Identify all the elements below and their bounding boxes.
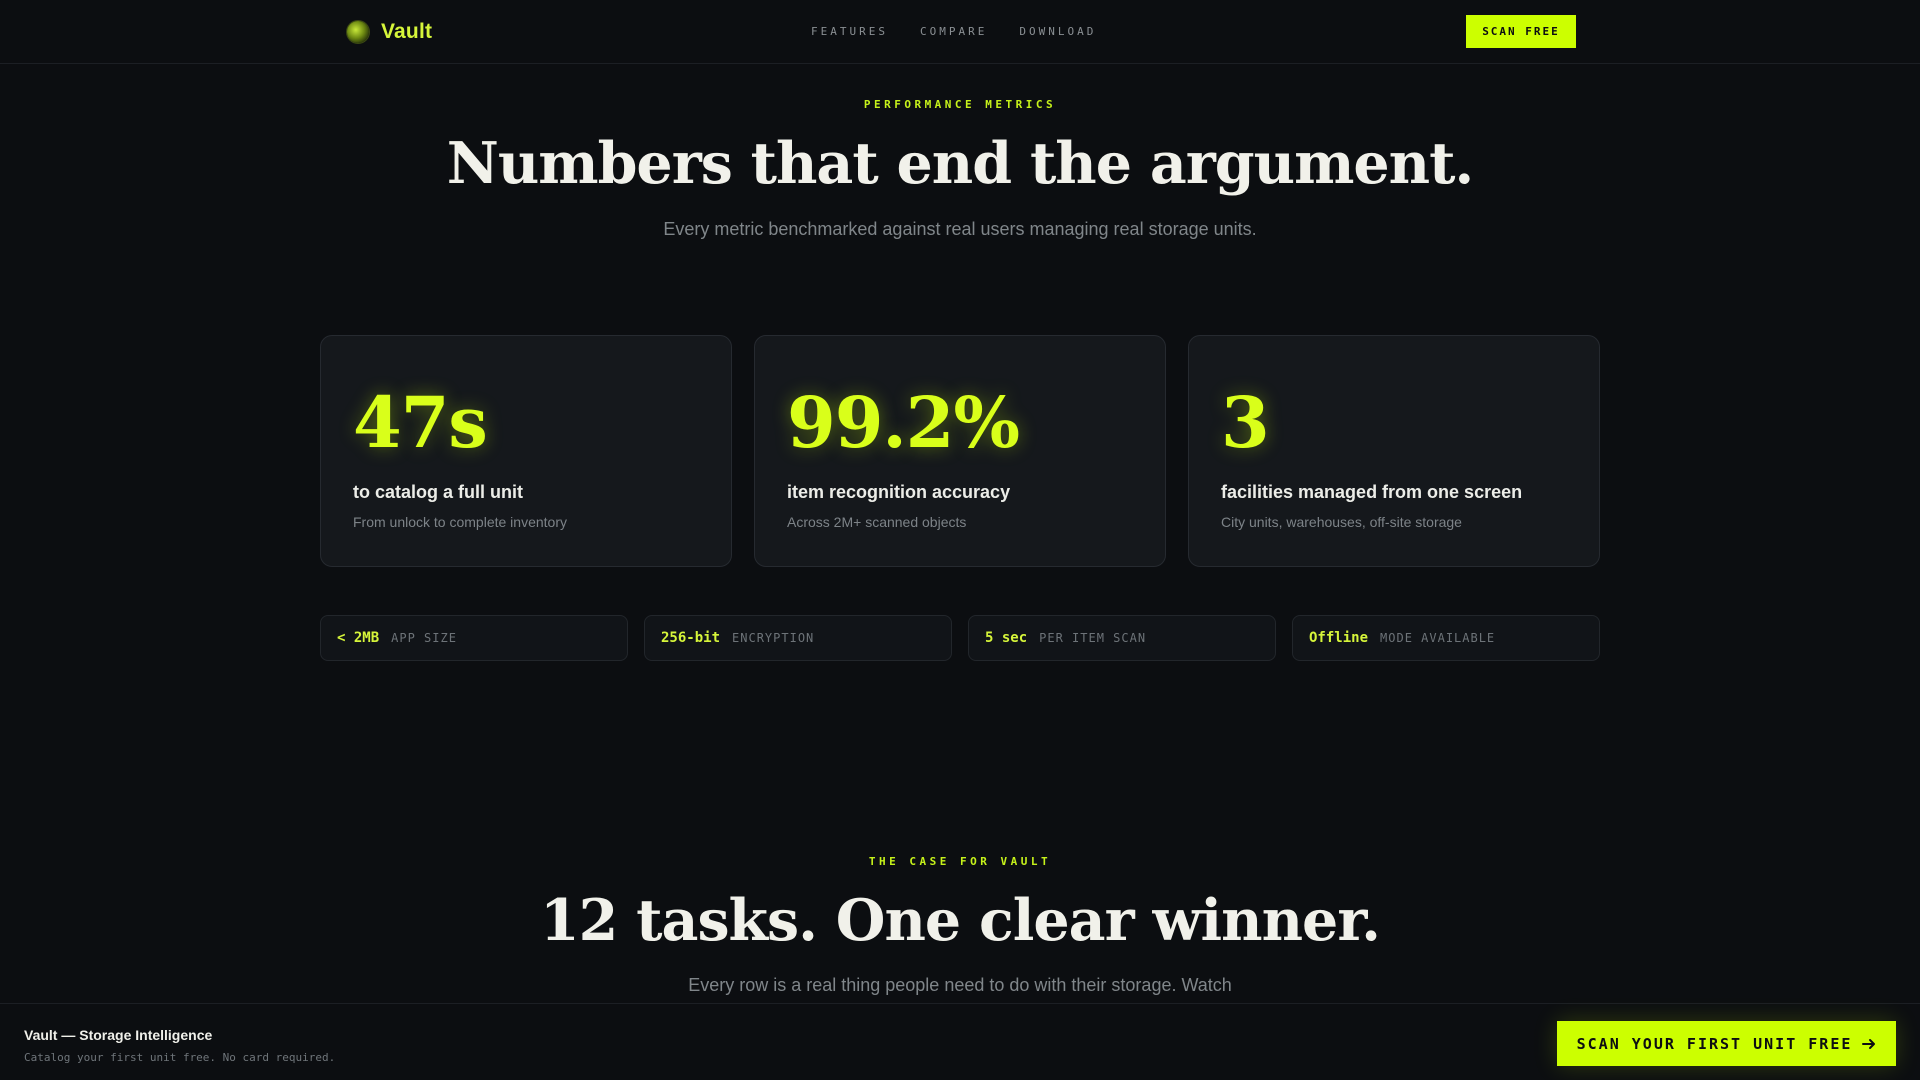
metric-card-facilities: 3 facilities managed from one screen Cit…	[1188, 335, 1600, 567]
top-nav: Vault FEATURES COMPARE DOWNLOAD SCAN FRE…	[0, 0, 1920, 64]
arrow-right-icon	[1862, 1038, 1876, 1049]
footer-title: Vault — Storage Intelligence	[24, 1027, 213, 1043]
metric-value: 3	[1221, 381, 1270, 464]
scan-first-unit-label: SCAN YOUR FIRST UNIT FREE	[1576, 1034, 1853, 1053]
spec-chips: < 2MB APP SIZE 256-bit ENCRYPTION 5 sec …	[320, 615, 1600, 661]
brand-name: Vault	[381, 20, 433, 43]
chip-label: PER ITEM SCAN	[1039, 631, 1147, 645]
metric-cards: 47s to catalog a full unit From unlock t…	[320, 335, 1600, 567]
metric-label: to catalog a full unit	[353, 482, 523, 502]
metrics-eyebrow: PERFORMANCE METRICS	[863, 98, 1057, 111]
metrics-headline: Numbers that end the argument.	[446, 130, 1475, 197]
metric-label: item recognition accuracy	[787, 482, 1011, 502]
metric-value: 47s	[353, 381, 488, 464]
chip-value: Offline	[1309, 630, 1369, 646]
metric-label: facilities managed from one screen	[1221, 482, 1523, 502]
metric-card-accuracy: 99.2% item recognition accuracy Across 2…	[754, 335, 1166, 567]
chip-value: 5 sec	[985, 630, 1028, 646]
footer-sub: Catalog your first unit free. No card re…	[24, 1051, 336, 1064]
sticky-cta-bar: Vault — Storage Intelligence Catalog you…	[0, 1003, 1920, 1080]
brand[interactable]: Vault	[347, 20, 432, 44]
metric-card-catalog-time: 47s to catalog a full unit From unlock t…	[320, 335, 732, 567]
scan-first-unit-button[interactable]: SCAN YOUR FIRST UNIT FREE	[1557, 1021, 1896, 1066]
case-subtitle: Every row is a real thing people need to…	[688, 975, 1232, 995]
nav-links: FEATURES COMPARE DOWNLOAD	[811, 25, 1096, 38]
chip-label: APP SIZE	[391, 631, 457, 645]
nav-link-features[interactable]: FEATURES	[811, 25, 888, 38]
spec-chip-app-size: < 2MB APP SIZE	[320, 615, 628, 661]
nav-link-compare[interactable]: COMPARE	[920, 25, 987, 38]
chip-value: < 2MB	[337, 630, 380, 646]
metric-sub: Across 2M+ scanned objects	[787, 514, 967, 530]
metric-value: 99.2%	[787, 381, 1020, 464]
case-eyebrow: THE CASE FOR VAULT	[868, 855, 1052, 868]
metrics-subtitle: Every metric benchmarked against real us…	[663, 219, 1257, 239]
chip-label: ENCRYPTION	[732, 631, 815, 645]
metric-sub: From unlock to complete inventory	[353, 514, 567, 530]
scan-free-button[interactable]: SCAN FREE	[1466, 15, 1576, 48]
chip-label: MODE AVAILABLE	[1380, 631, 1496, 645]
spec-chip-scan-speed: 5 sec PER ITEM SCAN	[968, 615, 1276, 661]
spec-chip-offline: Offline MODE AVAILABLE	[1292, 615, 1600, 661]
nav-link-download[interactable]: DOWNLOAD	[1019, 25, 1096, 38]
metric-sub: City units, warehouses, off-site storage	[1221, 514, 1462, 530]
chip-value: 256-bit	[661, 630, 721, 646]
spec-chip-encryption: 256-bit ENCRYPTION	[644, 615, 952, 661]
case-headline: 12 tasks. One clear winner.	[540, 887, 1381, 954]
vault-logo-icon	[347, 21, 369, 43]
